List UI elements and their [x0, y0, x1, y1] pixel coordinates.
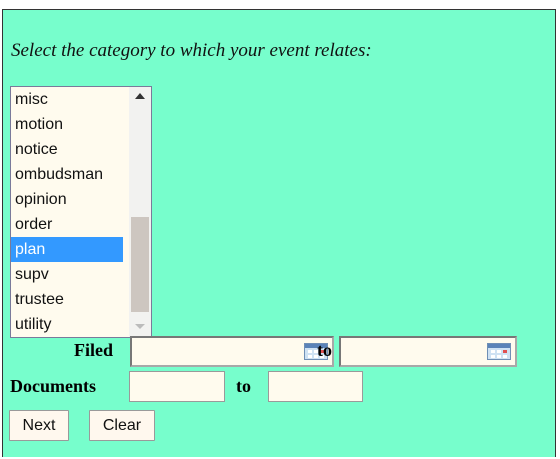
filed-label: Filed	[74, 340, 113, 360]
category-option[interactable]: supv	[11, 262, 123, 287]
clear-button[interactable]: Clear	[89, 410, 155, 441]
filed-from-field[interactable]	[130, 336, 334, 367]
documents-to-input[interactable]	[269, 372, 362, 401]
category-option[interactable]: ombudsman	[11, 162, 123, 187]
documents-to-field[interactable]	[268, 371, 363, 402]
listbox-scrollbar[interactable]	[129, 87, 151, 337]
filed-to-field[interactable]	[339, 336, 517, 367]
category-option[interactable]: trustee	[11, 287, 123, 312]
scroll-up-arrow-icon[interactable]	[135, 93, 145, 99]
filed-from-input[interactable]	[132, 338, 332, 365]
category-option[interactable]: utility	[11, 312, 123, 337]
calendar-icon[interactable]	[487, 343, 511, 360]
documents-to-label: to	[236, 376, 251, 396]
form-panel: Select the category to which your event …	[2, 9, 556, 457]
category-option[interactable]: opinion	[11, 187, 123, 212]
documents-from-input[interactable]	[130, 372, 224, 401]
documents-from-field[interactable]	[129, 371, 225, 402]
category-option[interactable]: misc	[11, 87, 123, 112]
category-option[interactable]: motion	[11, 112, 123, 137]
category-option[interactable]: notice	[11, 137, 123, 162]
category-option-selected[interactable]: plan	[11, 237, 123, 262]
category-listbox[interactable]: misc motion notice ombudsman opinion ord…	[10, 86, 152, 338]
category-option[interactable]: order	[11, 212, 123, 237]
documents-label: Documents	[10, 376, 96, 396]
scroll-down-arrow-icon[interactable]	[135, 324, 145, 329]
next-button[interactable]: Next	[9, 410, 69, 441]
filed-to-label: to	[317, 340, 332, 360]
category-prompt: Select the category to which your event …	[11, 40, 372, 61]
scrollbar-thumb[interactable]	[131, 217, 149, 312]
